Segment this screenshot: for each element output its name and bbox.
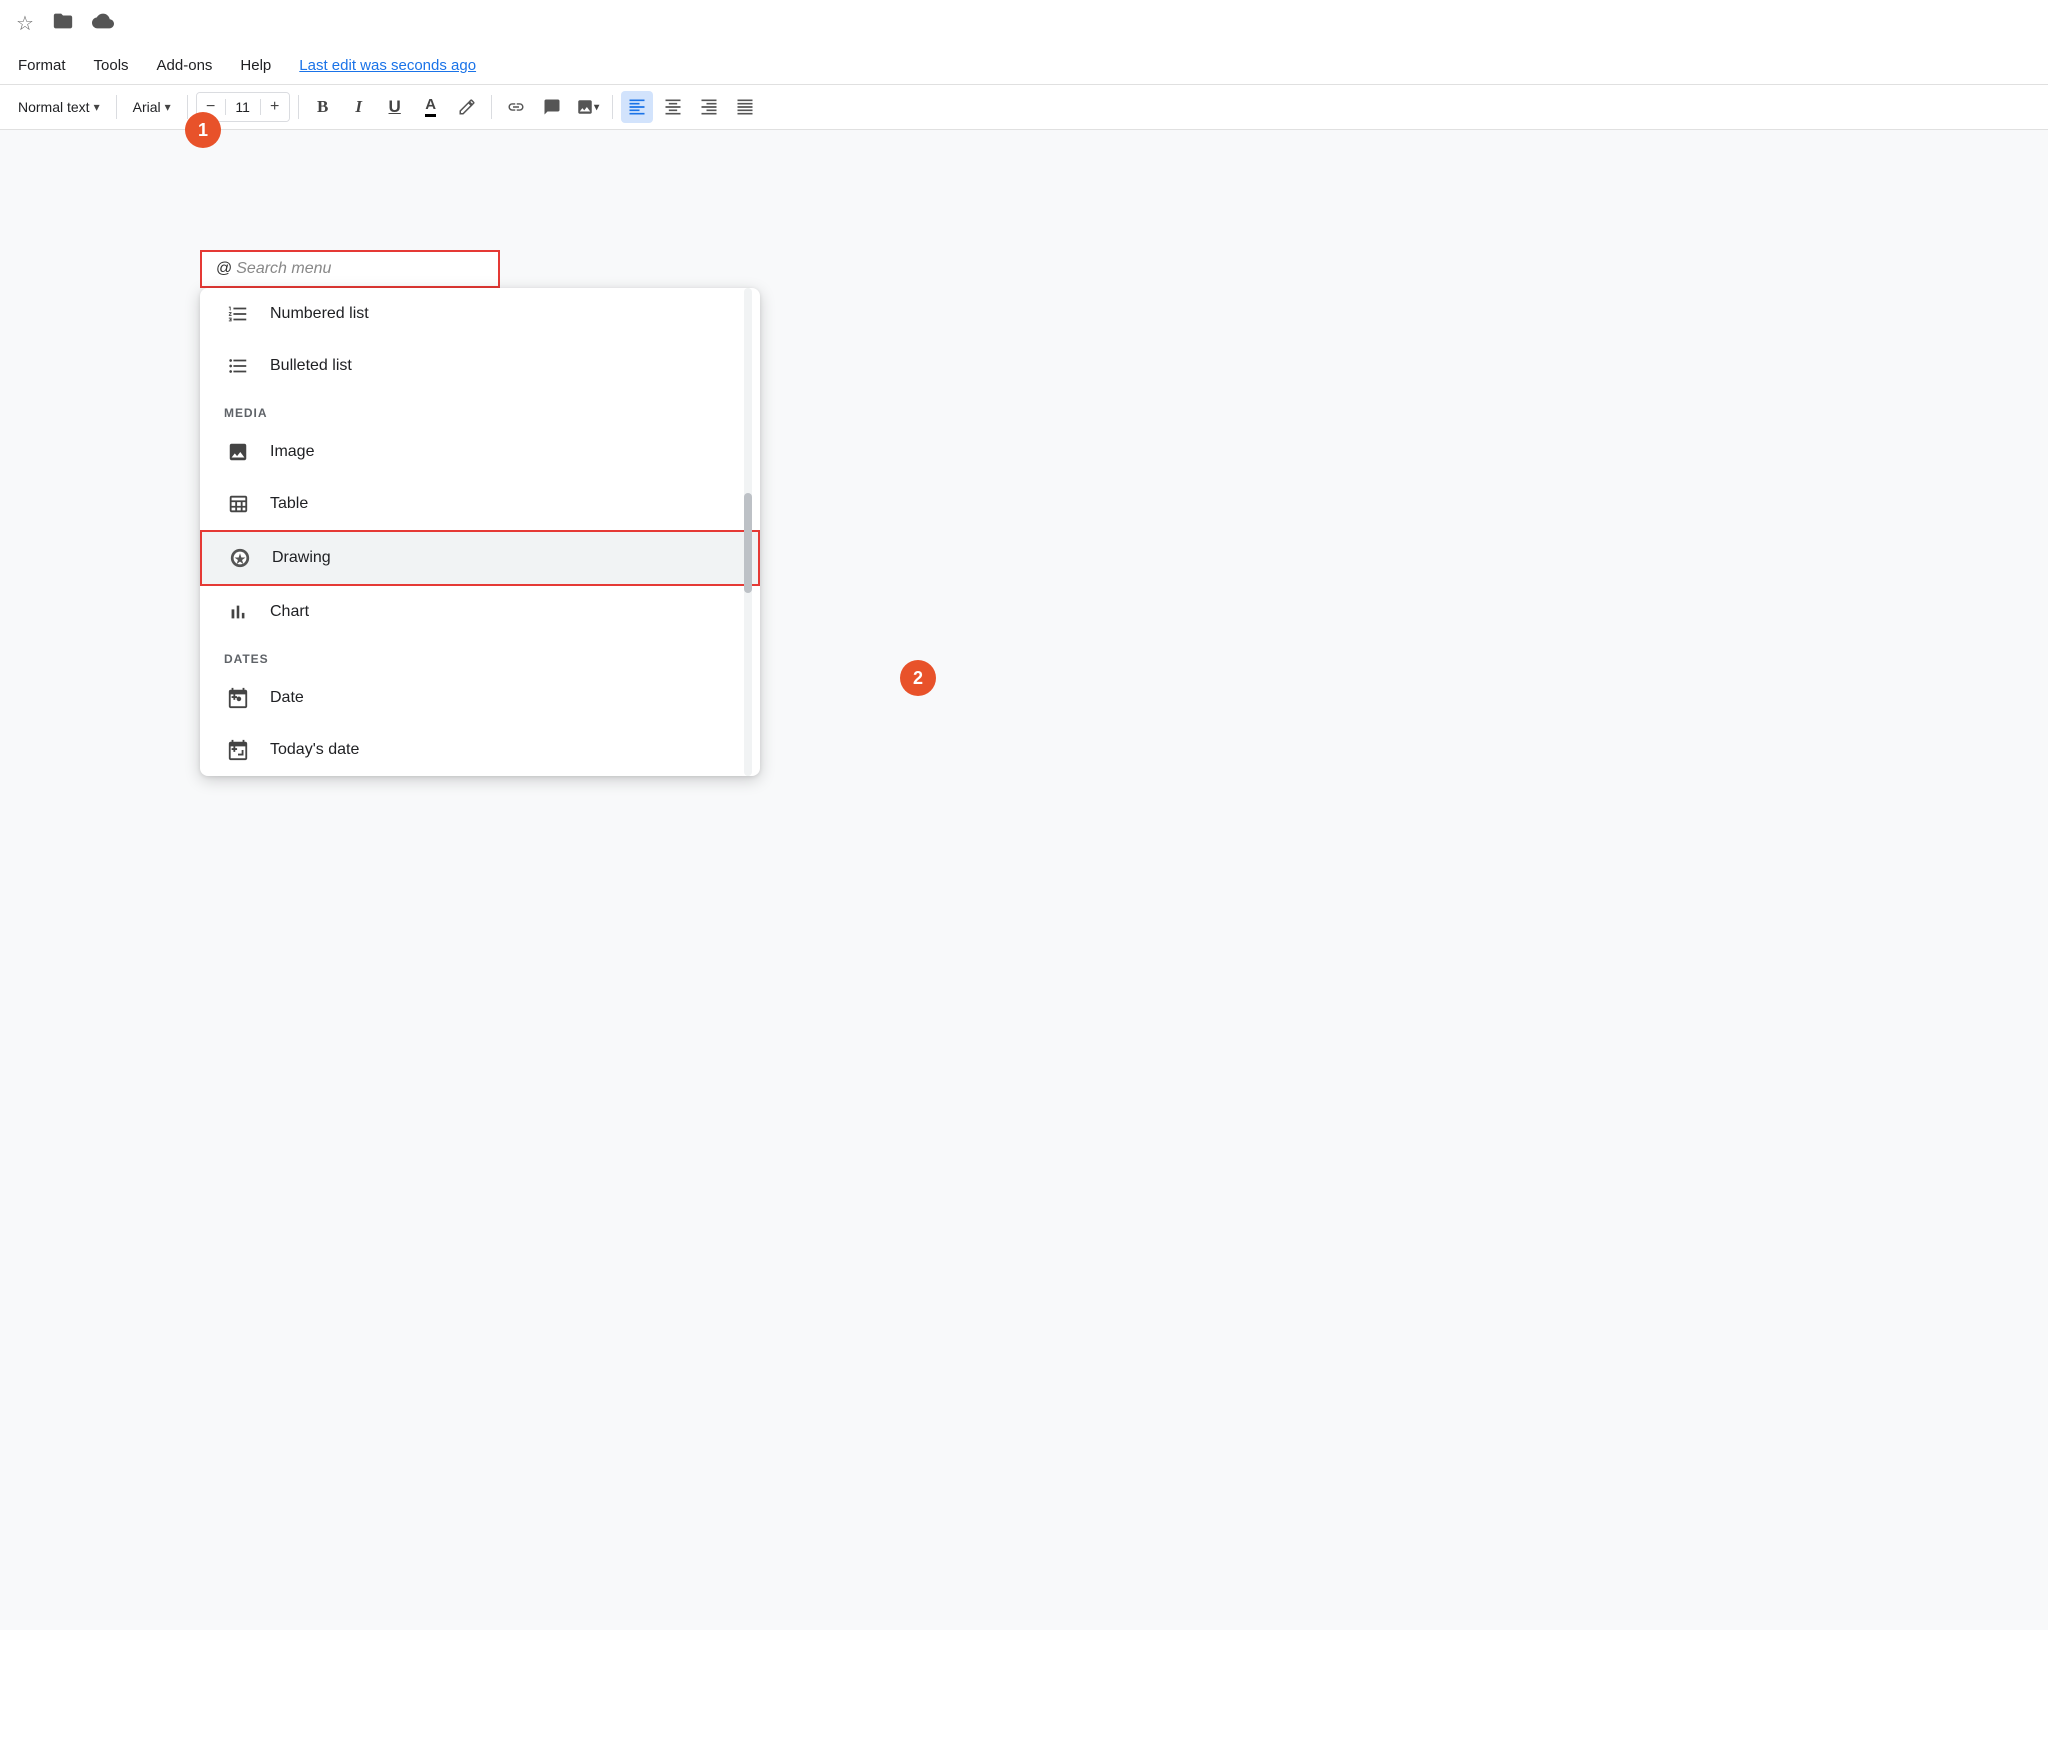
font-size-increase-button[interactable]: + (261, 93, 289, 121)
text-style-label: Normal text (18, 99, 90, 115)
todays-date-menu-icon (224, 736, 252, 764)
underline-button[interactable]: U (379, 91, 411, 123)
highlight-button[interactable] (451, 91, 483, 123)
star-icon[interactable]: ☆ (16, 11, 34, 36)
divider-2 (187, 95, 188, 119)
chart-label: Chart (270, 603, 309, 621)
font-chevron-icon: ▾ (165, 100, 171, 114)
bulleted-list-label: Bulleted list (270, 357, 352, 375)
annotation-badge-1: 1 (185, 112, 221, 148)
scrollbar-thumb[interactable] (744, 493, 752, 593)
drawing-item[interactable]: Drawing (200, 530, 760, 586)
search-box[interactable]: @ Search menu (200, 250, 500, 288)
menu-tools[interactable]: Tools (80, 53, 143, 78)
table-item[interactable]: Table (200, 478, 760, 530)
comment-button[interactable] (536, 91, 568, 123)
table-menu-icon (224, 490, 252, 518)
font-size-input[interactable] (225, 99, 261, 115)
chart-menu-icon (224, 598, 252, 626)
todays-date-label: Today's date (270, 741, 359, 759)
search-container: @ Search menu Numbered list (200, 250, 760, 776)
divider-4 (491, 95, 492, 119)
font-color-button[interactable]: A (415, 91, 447, 123)
font-label: Arial (133, 99, 161, 115)
numbered-list-icon (224, 300, 252, 328)
table-label: Table (270, 495, 308, 513)
cloud-icon[interactable] (92, 10, 114, 37)
date-item[interactable]: Date (200, 672, 760, 724)
numbered-list-label: Numbered list (270, 305, 369, 323)
link-button[interactable] (500, 91, 532, 123)
font-selector[interactable]: Arial ▾ (125, 95, 179, 119)
last-edit-status: Last edit was seconds ago (285, 53, 490, 78)
text-style-chevron-icon: ▾ (94, 100, 100, 114)
media-section-label: MEDIA (200, 392, 760, 426)
align-center-button[interactable] (657, 91, 689, 123)
date-menu-icon (224, 684, 252, 712)
menu-addons[interactable]: Add-ons (143, 53, 227, 78)
image-label: Image (270, 443, 314, 461)
align-right-button[interactable] (693, 91, 725, 123)
menu-help[interactable]: Help (226, 53, 285, 78)
image-menu-icon (224, 438, 252, 466)
drawing-label: Drawing (272, 549, 331, 567)
bulleted-list-icon (224, 352, 252, 380)
drawing-menu-icon (226, 544, 254, 572)
align-left-button[interactable] (621, 91, 653, 123)
text-style-selector[interactable]: Normal text ▾ (10, 95, 108, 119)
divider-3 (298, 95, 299, 119)
toolbar: Normal text ▾ Arial ▾ − + B I U A ▾ (0, 85, 2048, 130)
dates-section-label: DATES (200, 638, 760, 672)
annotation-badge-2: 2 (900, 660, 936, 696)
image-button[interactable]: ▾ (572, 91, 604, 123)
date-label: Date (270, 689, 304, 707)
document-area: 1 @ Search menu Numbered list (0, 130, 2048, 1630)
search-placeholder: Search menu (236, 260, 331, 278)
font-color-label: A (425, 97, 436, 117)
align-justify-button[interactable] (729, 91, 761, 123)
bulleted-list-item[interactable]: Bulleted list (200, 340, 760, 392)
image-item[interactable]: Image (200, 426, 760, 478)
image-dropdown-icon: ▾ (594, 102, 599, 113)
folder-icon[interactable] (52, 10, 74, 37)
numbered-list-item[interactable]: Numbered list (200, 288, 760, 340)
dropdown-menu: Numbered list Bulleted list MEDIA (200, 288, 760, 776)
todays-date-item[interactable]: Today's date (200, 724, 760, 776)
divider-1 (116, 95, 117, 119)
top-icon-bar: ☆ (0, 0, 2048, 47)
scrollbar[interactable] (744, 288, 752, 776)
menu-format[interactable]: Format (4, 53, 80, 78)
italic-button[interactable]: I (343, 91, 375, 123)
chart-item[interactable]: Chart (200, 586, 760, 638)
menu-bar: Format Tools Add-ons Help Last edit was … (0, 47, 2048, 85)
divider-5 (612, 95, 613, 119)
bold-button[interactable]: B (307, 91, 339, 123)
search-at-symbol: @ (216, 260, 232, 278)
